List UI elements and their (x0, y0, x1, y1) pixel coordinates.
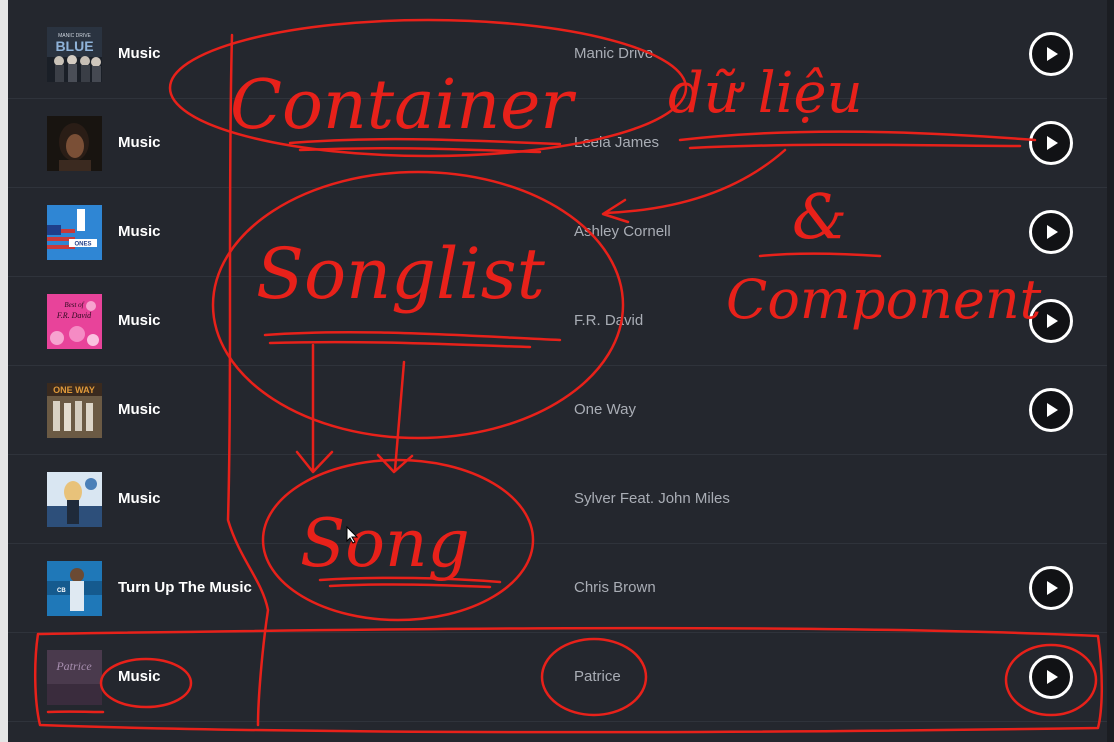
play-button[interactable] (1029, 566, 1073, 610)
song-artist: Sylver Feat. John Miles (574, 490, 730, 507)
svg-text:BLUE: BLUE (55, 38, 93, 54)
play-button[interactable] (1029, 121, 1073, 165)
svg-text:Best of: Best of (64, 301, 84, 309)
album-cover: Patrice (47, 650, 102, 705)
play-button[interactable] (1029, 655, 1073, 699)
song-row[interactable]: CB Turn Up The Music Chris Brown (8, 544, 1107, 633)
svg-text:ONES: ONES (74, 242, 91, 248)
song-title: Turn Up The Music (118, 579, 252, 596)
song-row[interactable]: Patrice Music Patrice (8, 633, 1107, 722)
svg-text:Patrice: Patrice (55, 659, 92, 673)
play-button[interactable] (1029, 210, 1073, 254)
song-list: MANIC DRIVE BLUE Music Manic Drive Music… (8, 10, 1107, 722)
play-icon (1047, 47, 1058, 61)
song-artist: One Way (574, 401, 636, 418)
play-icon (1047, 670, 1058, 684)
song-title: Music (118, 312, 161, 329)
song-artist: Manic Drive (574, 45, 654, 62)
play-button[interactable] (1029, 388, 1073, 432)
window-left-edge (0, 0, 8, 742)
svg-text:CB: CB (57, 588, 66, 594)
play-icon (1047, 136, 1058, 150)
song-title: Music (118, 134, 161, 151)
album-cover: MANIC DRIVE BLUE (47, 27, 102, 82)
song-artist: Chris Brown (574, 579, 656, 596)
album-cover: ONE WAY (47, 383, 102, 438)
song-title: Music (118, 223, 161, 240)
song-artist: Patrice (574, 668, 621, 685)
song-artist: Leela James (574, 134, 660, 151)
song-row[interactable]: MANIC DRIVE BLUE Music Manic Drive (8, 10, 1107, 99)
song-title: Music (118, 45, 161, 62)
scrollbar-track[interactable] (1107, 0, 1114, 742)
song-row[interactable]: Music Leela James (8, 99, 1107, 188)
svg-text:F.R. David: F.R. David (56, 311, 92, 320)
play-icon (1047, 581, 1058, 595)
song-row[interactable]: ONE WAY Music One Way (8, 366, 1107, 455)
play-icon (1047, 225, 1058, 239)
cursor-icon (346, 526, 358, 544)
play-icon (1047, 314, 1058, 328)
album-cover: ONES (47, 205, 102, 260)
album-cover: CB (47, 561, 102, 616)
song-row[interactable]: Music Sylver Feat. John Miles (8, 455, 1107, 544)
play-button[interactable] (1029, 299, 1073, 343)
song-artist: Ashley Cornell (574, 223, 671, 240)
svg-text:ONE WAY: ONE WAY (53, 385, 95, 395)
song-title: Music (118, 490, 161, 507)
album-cover (47, 116, 102, 171)
song-row[interactable]: Best of F.R. David Music F.R. David (8, 277, 1107, 366)
play-icon (1047, 403, 1058, 417)
song-row[interactable]: ONES Music Ashley Cornell (8, 188, 1107, 277)
song-title: Music (118, 401, 161, 418)
album-cover (47, 472, 102, 527)
play-button[interactable] (1029, 32, 1073, 76)
album-cover: Best of F.R. David (47, 294, 102, 349)
song-title: Music (118, 668, 161, 685)
song-artist: F.R. David (574, 312, 644, 329)
